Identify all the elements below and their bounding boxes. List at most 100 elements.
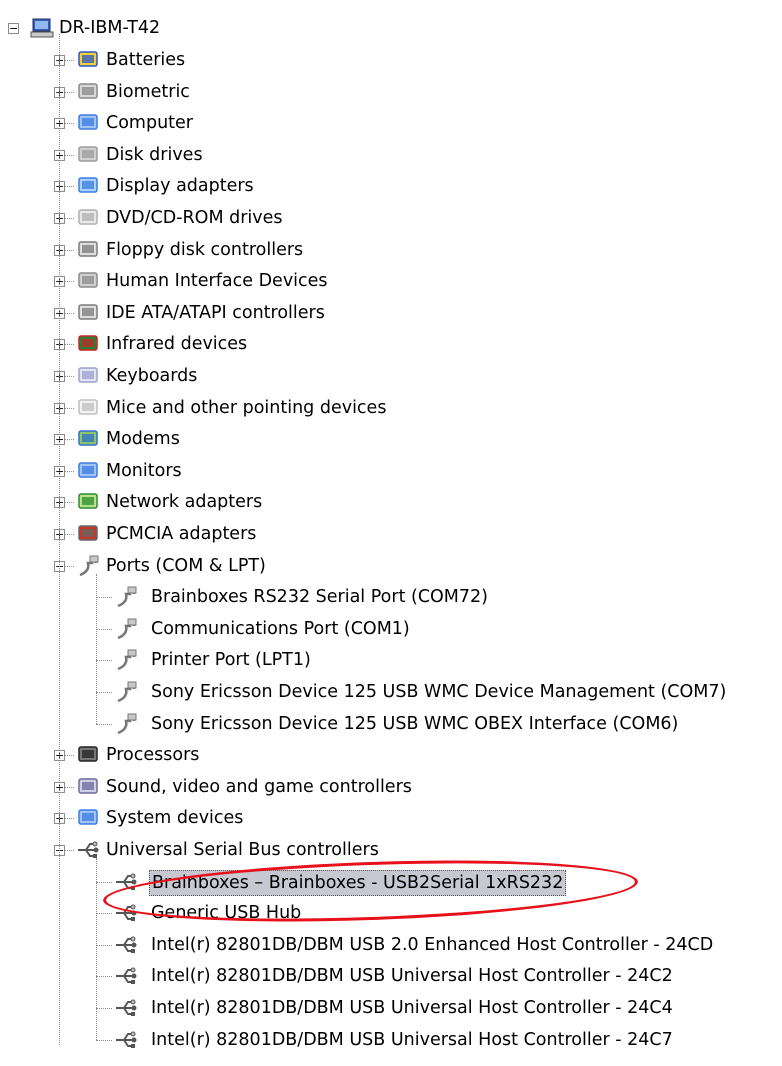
tree-category-label: Universal Serial Bus controllers — [106, 840, 379, 860]
tree-category[interactable]: + DVD/CD-ROM drives — [0, 204, 782, 232]
tree-connector — [65, 123, 74, 125]
tree-device[interactable]: Brainboxes – Brainboxes - USB2Serial 1xR… — [0, 868, 782, 896]
tree-device-label: Generic USB Hub — [151, 903, 302, 924]
tree-category[interactable]: + Monitors — [0, 457, 782, 485]
tree-connector — [96, 723, 112, 725]
tree-device-label: Sony Ericsson Device 125 USB WMC OBEX In… — [151, 713, 679, 734]
display-adapter-icon — [76, 175, 100, 197]
tree-category-label: Modems — [106, 429, 180, 450]
tree-category[interactable]: + Disk drives — [0, 141, 782, 169]
tree-device[interactable]: Communications Port (COM1) — [0, 615, 782, 643]
port-icon — [114, 586, 138, 608]
tree-category[interactable]: + Sound, video and game controllers — [0, 773, 782, 801]
tree-connector — [65, 218, 74, 219]
tree-connector — [65, 376, 74, 377]
tree-connector — [96, 628, 112, 630]
system-icon — [76, 807, 100, 829]
tree-device[interactable]: Sony Ericsson Device 125 USB WMC OBEX In… — [0, 710, 782, 738]
tree-device-label: Brainboxes – Brainboxes - USB2Serial 1xR… — [149, 869, 567, 896]
tree-category[interactable]: + Infrared devices — [0, 330, 782, 358]
tree-device[interactable]: Intel(r) 82801DB/DBM USB 2.0 Enhanced Ho… — [0, 931, 782, 959]
tree-device-label: Communications Port (COM1) — [151, 618, 410, 639]
tree-category-label: Monitors — [106, 460, 182, 481]
tree-category[interactable]: + IDE ATA/ATAPI controllers — [0, 299, 782, 327]
port-icon — [114, 713, 138, 735]
tree-device[interactable]: Brainboxes RS232 Serial Port (COM72) — [0, 583, 782, 611]
tree-connector — [65, 186, 74, 188]
tree-root-label: DR-IBM-T42 — [59, 18, 161, 38]
tree-category[interactable]: + Batteries — [0, 46, 782, 74]
tree-device-label: Intel(r) 82801DB/DBM USB Universal Host … — [151, 1029, 673, 1050]
tree-category[interactable]: + Floppy disk controllers — [0, 236, 782, 264]
tree-category[interactable]: + System devices — [0, 804, 782, 832]
usb-icon — [114, 965, 138, 987]
tree-category-label: Keyboards — [106, 366, 198, 386]
tree-category-label: PCMCIA adapters — [106, 524, 257, 544]
computer-icon — [76, 112, 100, 134]
tree-category-label: Sound, video and game controllers — [106, 776, 412, 797]
computer-icon — [30, 17, 54, 39]
tree-category[interactable]: + Human Interface Devices — [0, 267, 782, 295]
keyboard-icon — [76, 365, 100, 387]
monitor-icon — [76, 460, 100, 482]
tree-category-label: Disk drives — [106, 144, 203, 165]
tree-connector — [96, 597, 112, 599]
tree-category-label: Processors — [106, 745, 200, 766]
dvd-icon — [76, 207, 100, 229]
tree-device-label: Intel(r) 82801DB/DBM USB Universal Host … — [151, 998, 673, 1018]
tree-connector — [96, 976, 112, 978]
collapse-toggle[interactable]: − — [8, 23, 19, 34]
tree-category[interactable]: + Computer — [0, 109, 782, 137]
tree-category-label: Infrared devices — [106, 334, 248, 355]
usb-icon — [114, 997, 138, 1019]
port-icon — [114, 618, 138, 640]
tree-device-label: Printer Port (LPT1) — [151, 650, 311, 671]
tree-category[interactable]: − Ports (COM & LPT) — [0, 552, 782, 580]
tree-connector — [96, 1008, 112, 1009]
tree-category-label: Batteries — [106, 50, 186, 70]
usb-icon — [114, 1029, 138, 1051]
tree-device[interactable]: Intel(r) 82801DB/DBM USB Universal Host … — [0, 962, 782, 990]
tree-connector — [65, 534, 74, 535]
tree-connector — [65, 312, 74, 314]
tree-connector — [65, 281, 74, 283]
tree-category-label: Mice and other pointing devices — [106, 397, 387, 418]
tree-connector — [65, 502, 74, 504]
tree-connector — [65, 249, 74, 251]
tree-connector — [96, 692, 112, 693]
device-manager-tree: − DR-IBM-T42 + Batteries + Biometric + Comput… — [0, 0, 782, 1066]
tree-category-label: Floppy disk controllers — [106, 239, 304, 260]
usb-icon — [114, 871, 138, 893]
tree-connector — [96, 913, 112, 915]
tree-connector — [65, 344, 74, 346]
tree-category[interactable]: + Biometric — [0, 78, 782, 106]
usb-icon — [114, 902, 138, 924]
tree-category[interactable]: + Processors — [0, 741, 782, 769]
tree-root[interactable]: − DR-IBM-T42 — [0, 14, 200, 42]
processor-icon — [76, 744, 100, 766]
tree-connector — [65, 407, 74, 409]
tree-device-label: Sony Ericsson Device 125 USB WMC Device … — [151, 682, 727, 702]
tree-category[interactable]: + Modems — [0, 425, 782, 453]
tree-device[interactable]: Intel(r) 82801DB/DBM USB Universal Host … — [0, 1026, 782, 1054]
tree-device[interactable]: Sony Ericsson Device 125 USB WMC Device … — [0, 678, 782, 706]
tree-connector — [65, 786, 74, 788]
tree-connector — [65, 91, 74, 93]
sound-icon — [76, 776, 100, 798]
tree-category[interactable]: + Display adapters — [0, 172, 782, 200]
battery-icon — [76, 49, 100, 71]
tree-device[interactable]: Printer Port (LPT1) — [0, 646, 782, 674]
tree-category[interactable]: + PCMCIA adapters — [0, 520, 782, 548]
tree-connector — [65, 470, 74, 472]
tree-category[interactable]: + Network adapters — [0, 488, 782, 516]
tree-device[interactable]: Intel(r) 82801DB/DBM USB Universal Host … — [0, 994, 782, 1022]
tree-category[interactable]: − Universal Serial Bus controllers — [0, 836, 782, 864]
mouse-icon — [76, 397, 100, 419]
tree-category-label: IDE ATA/ATAPI controllers — [106, 302, 325, 323]
infrared-icon — [76, 333, 100, 355]
tree-category[interactable]: + Keyboards — [0, 362, 782, 390]
tree-device[interactable]: Generic USB Hub — [0, 899, 782, 927]
tree-category[interactable]: + Mice and other pointing devices — [0, 394, 782, 422]
tree-category-label: DVD/CD-ROM drives — [106, 208, 283, 228]
tree-device-label: Brainboxes RS232 Serial Port (COM72) — [151, 587, 489, 608]
